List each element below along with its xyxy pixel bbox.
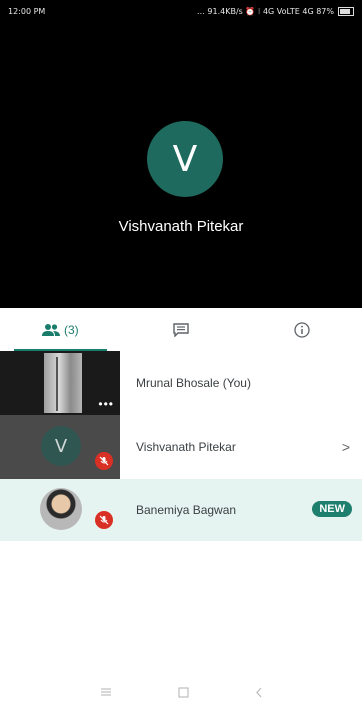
battery-icon: [338, 6, 354, 16]
system-nav-bar: [0, 678, 362, 706]
participant-row-self[interactable]: ••• Mrunal Bhosale (You): [0, 351, 362, 415]
info-icon: [294, 321, 310, 338]
speaker-avatar: V: [147, 121, 223, 197]
status-bar: 12:00 PM … 91.4KB/s ⏰ ⁝ 4G VoLTE 4G 87%: [0, 0, 362, 22]
speaker-name: Vishvanath Pitekar: [118, 218, 244, 235]
self-video-thumbnail: •••: [0, 351, 120, 415]
people-icon: [42, 323, 60, 336]
tab-chat[interactable]: [121, 308, 242, 351]
main-stage: 12:00 PM … 91.4KB/s ⏰ ⁝ 4G VoLTE 4G 87% …: [0, 0, 362, 308]
menu-icon[interactable]: [100, 687, 112, 697]
participant-row-vishvanath[interactable]: V Vishvanath Pitekar >: [0, 415, 362, 479]
camera-feed-detail: [56, 357, 58, 411]
mic-off-icon: [95, 452, 113, 470]
back-icon[interactable]: [255, 687, 263, 698]
participant-count: (3): [64, 322, 79, 337]
tab-info[interactable]: [241, 308, 362, 351]
participant-photo: [40, 488, 82, 530]
participant-thumbnail: V: [0, 415, 120, 479]
participant-row-banemiya[interactable]: Banemiya Bagwan NEW: [0, 479, 362, 541]
tab-participants[interactable]: (3): [0, 308, 121, 351]
home-icon[interactable]: [177, 686, 189, 698]
more-options-icon[interactable]: •••: [98, 398, 114, 410]
mic-off-icon: [95, 511, 113, 529]
status-text: … 91.4KB/s ⏰ ⁝ 4G VoLTE 4G 87%: [196, 6, 334, 16]
camera-feed: [44, 353, 82, 413]
participant-name: Banemiya Bagwan: [136, 503, 237, 517]
chevron-right-icon[interactable]: >: [342, 439, 350, 455]
new-badge: NEW: [312, 501, 352, 517]
participant-name: Vishvanath Pitekar: [136, 440, 236, 454]
participant-avatar: V: [41, 426, 81, 466]
participant-list: ••• Mrunal Bhosale (You) V Vishvanath Pi…: [0, 351, 362, 541]
status-time: 12:00 PM: [8, 6, 46, 16]
status-indicators: … 91.4KB/s ⏰ ⁝ 4G VoLTE 4G 87%: [196, 6, 354, 16]
participant-name: Mrunal Bhosale (You): [136, 376, 251, 390]
chat-icon: [173, 322, 189, 337]
tab-bar: (3): [0, 308, 362, 351]
